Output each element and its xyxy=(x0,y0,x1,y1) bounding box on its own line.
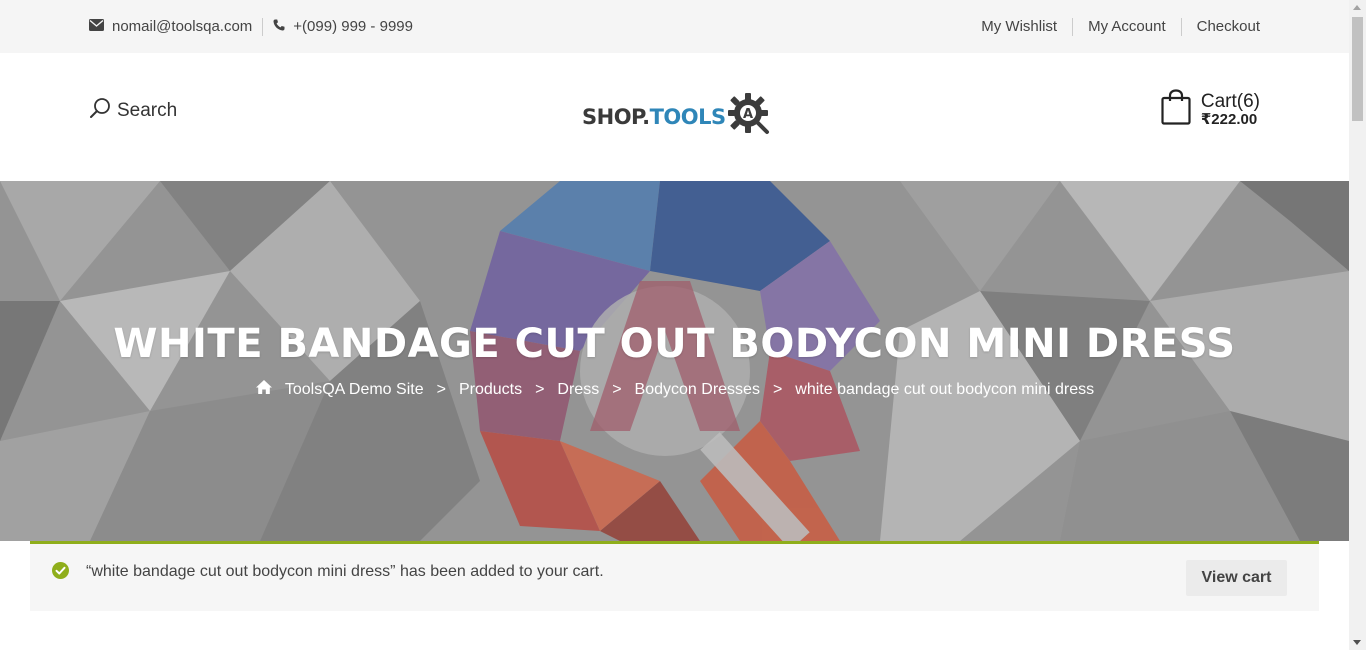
breadcrumb-home[interactable] xyxy=(255,379,273,400)
my-account-link[interactable]: My Account xyxy=(1088,18,1166,35)
checkout-link[interactable]: Checkout xyxy=(1197,18,1260,35)
gear-logo-icon: A xyxy=(726,91,772,142)
cart-count: Cart(6) xyxy=(1200,90,1260,112)
breadcrumb-item-bodycon-dresses[interactable]: Bodycon Dresses xyxy=(635,381,760,399)
shopping-bag-icon xyxy=(1161,89,1191,130)
site-logo[interactable]: SHOP.TOOLS A xyxy=(582,91,772,142)
search-button[interactable]: Search xyxy=(89,97,177,125)
breadcrumb-item-site[interactable]: ToolsQA Demo Site xyxy=(285,381,424,399)
breadcrumb-separator: > xyxy=(535,380,545,398)
account-links: My Wishlist My Account Checkout xyxy=(981,0,1260,53)
breadcrumb: ToolsQA Demo Site > Products > Dress > B… xyxy=(0,379,1349,400)
search-label: Search xyxy=(117,100,178,121)
page-banner: WHITE BANDAGE CUT OUT BODYCON MINI DRESS… xyxy=(0,181,1349,541)
cart-success-notice: “white bandage cut out bodycon mini dres… xyxy=(30,541,1319,611)
scrollbar-thumb[interactable] xyxy=(1352,17,1363,121)
page-title: WHITE BANDAGE CUT OUT BODYCON MINI DRESS xyxy=(113,321,1236,367)
cart-total: ₹222.00 xyxy=(1200,110,1258,128)
home-icon xyxy=(255,379,273,400)
divider xyxy=(1180,17,1182,36)
email-text: nomail@toolsqa.com xyxy=(112,18,253,35)
view-cart-button[interactable]: View cart xyxy=(1186,560,1287,596)
svg-text:A: A xyxy=(743,107,753,122)
envelope-icon xyxy=(89,18,104,35)
email-contact: nomail@toolsqa.com xyxy=(89,18,252,35)
logo-text: SHOP.TOOLS xyxy=(582,104,726,129)
breadcrumb-separator: > xyxy=(772,380,783,398)
site-header: Search SHOP.TOOLS A Cart(6) ₹222.00 xyxy=(0,53,1349,181)
wishlist-link[interactable]: My Wishlist xyxy=(981,18,1057,35)
breadcrumb-item-products[interactable]: Products xyxy=(459,381,522,399)
breadcrumb-separator: > xyxy=(436,380,446,398)
scroll-up-arrow-icon[interactable] xyxy=(1353,5,1361,10)
phone-contact: +(099) 999 - 9999 xyxy=(273,18,413,35)
breadcrumb-separator: > xyxy=(612,380,622,398)
phone-text: +(099) 999 - 9999 xyxy=(293,18,413,35)
check-circle-icon xyxy=(52,562,69,584)
phone-icon xyxy=(273,18,285,35)
scroll-down-arrow-icon[interactable] xyxy=(1353,640,1361,645)
notice-message: “white bandage cut out bodycon mini dres… xyxy=(86,563,604,580)
page-scrollbar[interactable] xyxy=(1349,0,1366,650)
cart-summary: Cart(6) ₹222.00 xyxy=(1200,90,1260,128)
top-bar: nomail@toolsqa.com +(099) 999 - 9999 My … xyxy=(0,0,1349,53)
divider xyxy=(262,17,264,36)
search-icon xyxy=(89,97,111,125)
divider xyxy=(1072,17,1074,36)
breadcrumb-item-dress[interactable]: Dress xyxy=(557,381,599,399)
breadcrumb-current: white bandage cut out bodycon mini dress xyxy=(795,380,1095,398)
contact-info: nomail@toolsqa.com +(099) 999 - 9999 xyxy=(89,0,413,53)
mini-cart[interactable]: Cart(6) ₹222.00 xyxy=(1161,89,1260,130)
